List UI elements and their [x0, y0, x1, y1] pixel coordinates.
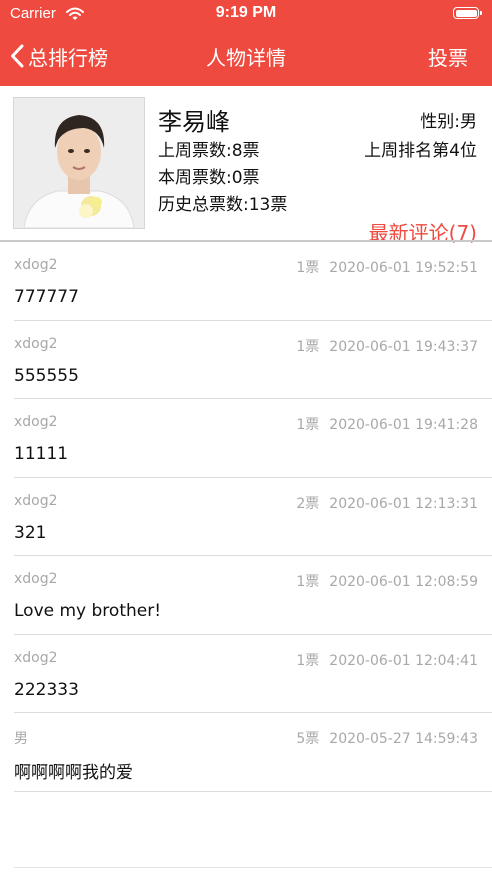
comment-votes: 1票	[296, 338, 320, 355]
this-week-votes: 本周票数:0票	[158, 168, 260, 188]
comment-votes: 1票	[296, 417, 320, 433]
comment-meta: 1票 2020-06-01 19:52:51	[296, 257, 478, 277]
clock: 9:19 PM	[215, 4, 277, 21]
comment-votes: 1票	[296, 574, 320, 590]
comment-row[interactable]: xdog2 1票 2020-06-01 12:08:59 Love my brot…	[0, 556, 492, 635]
comment-meta: 1票 2020-06-01 12:08:59	[296, 571, 478, 591]
comment-row[interactable]: xdog2 1票 2020-06-01 19:43:37 555555	[0, 321, 492, 399]
row-divider	[14, 790, 492, 792]
comment-text: 321	[14, 522, 47, 543]
avatar	[13, 97, 145, 229]
comment-text: 啊啊啊啊我的爱	[14, 763, 133, 783]
comment-user: 男	[14, 731, 28, 747]
comment-meta: 1票 2020-06-01 12:04:41	[296, 650, 478, 670]
comment-votes: 2票	[296, 495, 320, 512]
page-title: 人物详情	[206, 46, 286, 70]
comment-meta: 2票 2020-06-01 12:13:31	[296, 493, 478, 513]
comment-time: 2020-06-01 19:43:37	[329, 338, 478, 355]
comment-votes: 1票	[296, 260, 320, 276]
comment-row[interactable]: xdog2 2票 2020-06-01 12:13:31 321	[0, 478, 492, 556]
status-bar: Carrier 9:19 PM	[0, 0, 492, 28]
comment-row[interactable]: 男 5票 2020-05-27 14:59:43 啊啊啊啊我的爱	[0, 713, 492, 792]
comment-time: 2020-06-01 12:04:41	[329, 652, 478, 669]
person-name: 李易峰	[158, 108, 230, 136]
comment-time: 2020-06-01 19:41:28	[329, 417, 478, 433]
comment-votes: 5票	[296, 731, 320, 747]
comment-list: xdog2 1票 2020-06-01 19:52:51 777777 xdog2…	[0, 242, 492, 792]
comment-row[interactable]: xdog2 1票 2020-06-01 19:52:51 777777	[0, 242, 492, 321]
navigation-bar: 总排行榜 人物详情 投票	[0, 28, 492, 86]
total-votes: 历史总票数:13票	[158, 195, 288, 215]
comment-time: 2020-06-01 12:08:59	[329, 574, 478, 590]
profile-card: 李易峰 性别:男 上周票数:8票 上周排名第4位 本周票数:0票 历史总票数:1…	[0, 86, 492, 245]
comment-text: Love my brother!	[14, 601, 162, 621]
comment-user: xdog2	[14, 571, 58, 587]
comment-time: 2020-05-27 14:59:43	[329, 731, 478, 747]
comment-text: 11111	[14, 444, 69, 464]
row-divider	[14, 867, 492, 868]
comment-user: xdog2	[14, 257, 58, 273]
comment-text: 222333	[14, 679, 79, 700]
comment-user: xdog2	[14, 414, 58, 430]
comment-user: xdog2	[14, 492, 58, 509]
battery-icon	[453, 7, 482, 19]
comment-time: 2020-06-01 19:52:51	[329, 260, 478, 276]
gender-label: 性别:男	[420, 112, 477, 132]
comment-text: 555555	[14, 365, 79, 386]
comment-user: xdog2	[14, 335, 58, 352]
comment-text: 777777	[14, 287, 79, 307]
vote-button[interactable]: 投票	[428, 42, 468, 71]
last-week-rank: 上周排名第4位	[364, 141, 477, 161]
comment-votes: 1票	[296, 652, 320, 669]
comment-meta: 5票 2020-05-27 14:59:43	[296, 728, 478, 748]
comment-time: 2020-06-01 12:13:31	[329, 495, 478, 512]
last-week-votes: 上周票数:8票	[158, 141, 260, 161]
comment-meta: 1票 2020-06-01 19:43:37	[296, 336, 478, 356]
comment-row[interactable]: xdog2 1票 2020-06-01 19:41:28 11111	[0, 399, 492, 478]
comment-meta: 1票 2020-06-01 19:41:28	[296, 414, 478, 434]
comment-row[interactable]: xdog2 1票 2020-06-01 12:04:41 222333	[0, 635, 492, 713]
comment-user: xdog2	[14, 649, 58, 666]
